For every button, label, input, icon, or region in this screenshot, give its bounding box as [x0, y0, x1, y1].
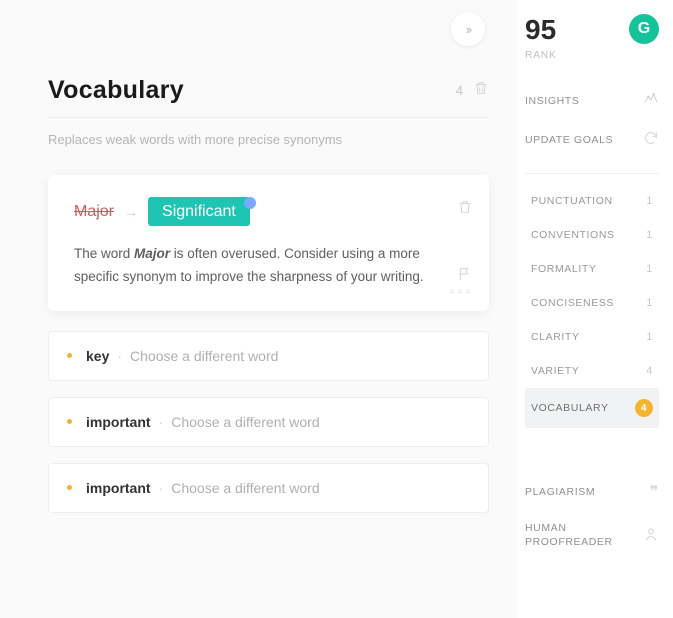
- score-value: 95: [525, 14, 556, 46]
- sidebar-item-label: CLARITY: [531, 331, 580, 343]
- card-actions: [457, 199, 473, 287]
- sidebar-item-punctuation[interactable]: PUNCTUATION 1: [525, 184, 659, 218]
- quote-icon: ❞: [650, 482, 659, 502]
- sidebar-divider: [525, 173, 659, 174]
- sidebar-item-count: 1: [646, 297, 653, 309]
- original-word: Major: [74, 203, 114, 221]
- replacement-chip[interactable]: Significant: [148, 203, 250, 221]
- proofreader-link[interactable]: HUMAN PROOFREADER: [525, 512, 659, 559]
- card-text-pre: The word: [74, 246, 134, 261]
- chip-indicator-dot: [244, 197, 256, 209]
- bullet-icon: [67, 485, 72, 490]
- sidebar-item-count: 1: [646, 229, 653, 241]
- refresh-icon: [643, 130, 659, 149]
- score-row: 95 G: [525, 14, 659, 46]
- suggestion-list: key · Choose a different word important · Cho…: [48, 331, 489, 513]
- section-count: 4: [456, 83, 463, 98]
- bullet-icon: [67, 419, 72, 424]
- sidebar-item-label: PUNCTUATION: [531, 195, 613, 207]
- sidebar-item-formality[interactable]: FORMALITY 1: [525, 252, 659, 286]
- sidebar-item-count: 1: [646, 195, 653, 207]
- suggestion-row[interactable]: important · Choose a different word: [48, 397, 489, 447]
- sidebar-item-count: 1: [646, 263, 653, 275]
- section-description: Replaces weak words with more precise sy…: [48, 132, 489, 147]
- section-header-right: 4: [456, 80, 489, 101]
- update-goals-link[interactable]: UPDATE GOALS: [525, 120, 659, 159]
- separator: ·: [159, 414, 164, 430]
- card-text-em: Major: [134, 246, 170, 261]
- collapse-button[interactable]: ››: [451, 12, 485, 46]
- person-icon: [643, 526, 659, 545]
- category-list: PUNCTUATION1CONVENTIONS1FORMALITY1CONCIS…: [525, 184, 659, 428]
- sidebar-item-conventions[interactable]: CONVENTIONS 1: [525, 218, 659, 252]
- section-title: Vocabulary: [48, 76, 184, 105]
- separator: ·: [159, 480, 164, 496]
- sidebar-item-conciseness[interactable]: CONCISENESS 1: [525, 286, 659, 320]
- plagiarism-link[interactable]: PLAGIARISM ❞: [525, 472, 659, 512]
- separator: ·: [117, 348, 122, 364]
- trash-icon[interactable]: [473, 80, 489, 101]
- insights-link[interactable]: INSIGHTS: [525, 81, 659, 120]
- proofreader-label: HUMAN PROOFREADER: [525, 522, 643, 549]
- replacement-word: Significant: [148, 197, 250, 226]
- flag-icon[interactable]: [457, 266, 473, 287]
- bullet-icon: [67, 353, 72, 358]
- insights-label: INSIGHTS: [525, 95, 579, 107]
- grammarly-logo[interactable]: G: [629, 14, 659, 44]
- more-icon[interactable]: ○○○: [449, 286, 473, 297]
- suggestion-row[interactable]: important · Choose a different word: [48, 463, 489, 513]
- rank-label: RANK: [525, 50, 659, 61]
- update-goals-label: UPDATE GOALS: [525, 134, 613, 146]
- sidebar-item-count: 4: [646, 365, 653, 377]
- sidebar-item-badge: 4: [635, 399, 653, 417]
- sidebar-item-count: 1: [646, 331, 653, 343]
- sidebar-item-label: CONCISENESS: [531, 297, 614, 309]
- suggestion-word: key: [86, 348, 109, 364]
- suggestion-hint: Choose a different word: [171, 414, 319, 430]
- sidebar: 95 G RANK INSIGHTS UPDATE GOALS PUNCTUAT…: [517, 0, 673, 618]
- card-header: Major → Significant: [74, 203, 463, 221]
- sidebar-item-clarity[interactable]: CLARITY 1: [525, 320, 659, 354]
- suggestion-hint: Choose a different word: [171, 480, 319, 496]
- sidebar-item-label: CONVENTIONS: [531, 229, 615, 241]
- plagiarism-label: PLAGIARISM: [525, 486, 595, 498]
- arrow-right-icon: →: [124, 204, 138, 220]
- card-body: The word Major is often overused. Consid…: [74, 243, 463, 289]
- section-header: Vocabulary 4: [48, 76, 489, 118]
- insights-icon: [643, 91, 659, 110]
- sidebar-item-variety[interactable]: VARIETY 4: [525, 354, 659, 388]
- chevrons-right-icon: ››: [466, 22, 471, 37]
- suggestion-word: important: [86, 414, 151, 430]
- suggestion-row[interactable]: key · Choose a different word: [48, 331, 489, 381]
- suggestion-hint: Choose a different word: [130, 348, 278, 364]
- suggestion-word: important: [86, 480, 151, 496]
- main-panel: ›› Vocabulary 4 Replaces weak words with…: [0, 0, 517, 618]
- suggestion-card: Major → Significant The word Major is of…: [48, 175, 489, 311]
- sidebar-item-label: VOCABULARY: [531, 402, 609, 414]
- sidebar-item-vocabulary[interactable]: VOCABULARY 4: [525, 388, 659, 428]
- sidebar-item-label: VARIETY: [531, 365, 579, 377]
- sidebar-item-label: FORMALITY: [531, 263, 597, 275]
- trash-icon[interactable]: [457, 199, 473, 220]
